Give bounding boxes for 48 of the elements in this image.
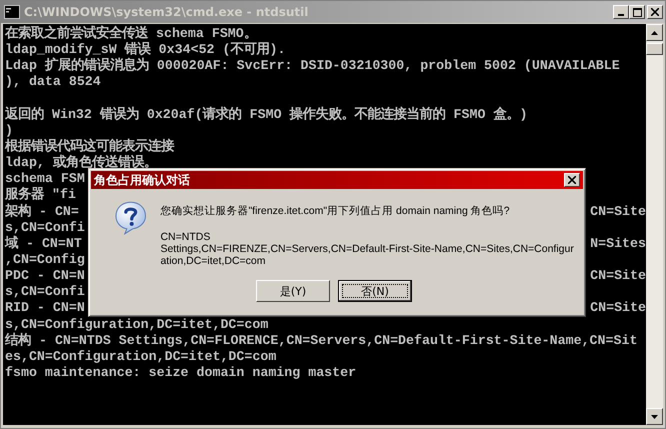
dialog-detail: ation,DC=itet,DC=com <box>160 255 266 267</box>
console-line: s,CN=Confi <box>5 284 85 300</box>
dialog-detail: CN=NTDS <box>160 231 212 243</box>
console-line: RID - CN=N <box>5 300 85 317</box>
down-arrow-icon <box>651 414 658 418</box>
console-line: 架构 - CN= <box>5 204 79 220</box>
question-icon <box>115 201 146 235</box>
console-line: es,CN=Configuration,DC=itet,DC=com <box>5 348 276 365</box>
console-line: CN=Site <box>590 268 646 284</box>
console-line: ldap_modify_sW 错误 0x34<52 (不可用). <box>5 42 286 58</box>
dialog-message: 您确实想让服务器"firenze.itet.com"用下列值占用 domain naming 角色吗? <box>160 205 511 217</box>
console-line: ,CN=Config <box>5 252 85 268</box>
console-line: 域 - CN=NT <box>5 236 82 252</box>
console-line: 根据错误代码这可能表示连接 <box>5 138 174 154</box>
console-line: 返回的 Win32 错误为 0x20af(请求的 FSMO 操作失败。不能连接当前的 FSMO 盒。) <box>5 106 528 123</box>
console-line: s,CN=Configuration,DC=itet,DC=com <box>5 316 268 332</box>
maximize-button[interactable] <box>629 5 645 19</box>
yes-button[interactable]: 是(Y) <box>256 280 330 302</box>
console-line: ldap, 或角色传送错误。 <box>5 155 157 172</box>
console-line: 在索取之前尝试安全传送 schema FSMO。 <box>5 26 257 42</box>
scrollbar[interactable] <box>646 24 663 425</box>
console-line: 结构 - CN=NTDS Settings,CN=FLORENCE,CN=Servers,CN=Default-First-Site-Name,CN=Sit <box>5 332 638 349</box>
scroll-up-button[interactable] <box>646 24 663 41</box>
window-title: C:\WINDOWS\system32\cmd.exe - ntdsutil <box>24 5 310 19</box>
no-button[interactable]: 否(N) <box>338 280 412 302</box>
console-line: ) <box>5 122 13 138</box>
console-line: fsmo maintenance: seize domain naming master <box>5 364 356 382</box>
console-line: N=Sites <box>590 236 646 252</box>
scroll-down-button[interactable] <box>646 408 663 425</box>
console-line: CN=Site <box>590 204 646 220</box>
up-arrow-icon <box>651 30 658 34</box>
minimize-button[interactable] <box>613 5 629 19</box>
console-line: schema FSM <box>5 171 85 186</box>
close-button[interactable] <box>647 5 663 19</box>
close-icon <box>651 8 659 16</box>
console-line: Ldap 扩展的错误消息为 000020AF: SvcErr: DSID-03210300, problem 5002 (UNAVAILABLE <box>5 58 620 74</box>
console-line: PDC - CN=N <box>5 268 85 284</box>
console-line: s,CN=Confi <box>5 220 85 236</box>
console-icon <box>4 5 20 19</box>
maximize-icon <box>632 8 642 16</box>
console-line: CN=Site <box>590 300 646 317</box>
console-line: 服务器 "fi <box>5 187 76 204</box>
close-button[interactable] <box>564 173 580 187</box>
dialog-detail: Settings,CN=FIRENZE,CN=Servers,CN=Default-First-Site-Name,CN=Sites,CN=Configur <box>160 243 575 255</box>
close-icon <box>568 176 576 184</box>
scroll-thumb[interactable] <box>646 43 663 55</box>
console-line: ), data 8524 <box>5 74 101 91</box>
dialog-title: 角色占用确认对话 <box>94 172 190 188</box>
